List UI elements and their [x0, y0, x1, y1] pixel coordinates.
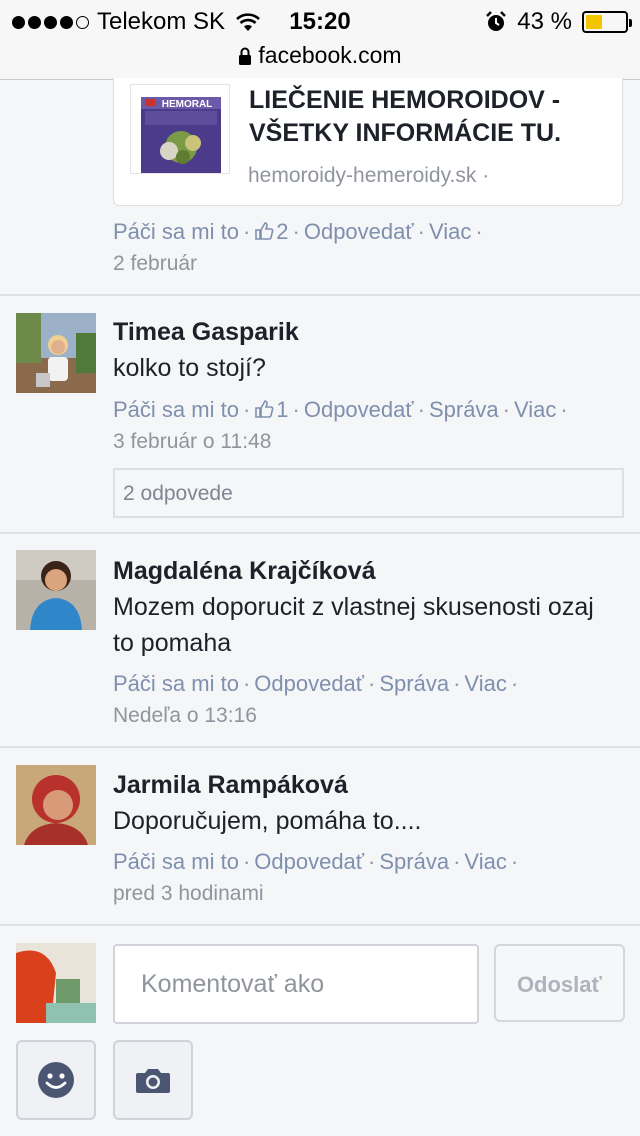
reply-link[interactable]: Odpovedať	[304, 219, 414, 244]
camera-icon	[136, 1069, 170, 1093]
comment-text: Doporučujem, pomáha to....	[113, 807, 422, 835]
comment-text: kolko to stojí?	[113, 354, 266, 382]
comment-date: Nedeľa o 13:16	[113, 704, 257, 727]
avatar[interactable]	[16, 765, 96, 845]
like-link[interactable]: Páči sa mi to	[113, 849, 239, 874]
smiley-icon	[38, 1062, 74, 1098]
product-brand-text: HEMORAL	[162, 99, 213, 110]
like-link[interactable]: Páči sa mi to	[113, 397, 239, 422]
more-link[interactable]: Viac	[429, 219, 471, 244]
like-link[interactable]: Páči sa mi to	[113, 671, 239, 696]
more-link[interactable]: Viac	[514, 397, 556, 422]
battery-icon	[582, 11, 632, 33]
divider	[0, 294, 640, 296]
alarm-icon	[486, 11, 507, 31]
like-link[interactable]: Páči sa mi to	[113, 219, 239, 244]
message-link[interactable]: Správa	[429, 397, 499, 422]
message-link[interactable]: Správa	[379, 671, 449, 696]
view-replies-button[interactable]: 2 odpovede	[113, 468, 624, 518]
avatar[interactable]	[16, 313, 96, 393]
comment-actions: Páči sa mi to · Odpovedať · Správa · Viac ·	[113, 849, 519, 874]
battery-percent: 43 %	[517, 8, 572, 35]
send-button[interactable]: Odoslať	[494, 944, 625, 1022]
current-user-avatar	[16, 943, 96, 1023]
reply-link[interactable]: Odpovedať	[254, 849, 364, 874]
comment-date: 3 február o 11:48	[113, 430, 272, 453]
emoji-button[interactable]	[16, 1040, 96, 1120]
thumbs-up-icon	[255, 400, 274, 418]
address-bar[interactable]: facebook.com	[0, 42, 640, 69]
reply-link[interactable]: Odpovedať	[304, 397, 414, 422]
comment-author[interactable]: Jarmila Rampáková	[113, 771, 348, 800]
product-image: HEMORAL	[130, 84, 230, 174]
like-count[interactable]: 1	[276, 397, 288, 422]
comment-actions: Páči sa mi to · Odpovedať · Správa · Viac ·	[113, 671, 519, 696]
battery-fill	[586, 15, 603, 29]
comment-input[interactable]: Komentovať ako	[113, 944, 479, 1024]
comment-date: 2 február	[113, 252, 198, 275]
comment-date: pred 3 hodinami	[113, 882, 264, 905]
link-title[interactable]: LIEČENIE HEMOROIDOV - VŠETKY INFORMÁCIE …	[249, 84, 614, 150]
lock-icon	[239, 47, 252, 65]
divider	[0, 746, 640, 748]
comment-author[interactable]: Magdaléna Krajčíková	[113, 557, 376, 586]
link-domain: hemoroidy-hemeroidy.sk ·	[248, 164, 490, 187]
camera-button[interactable]	[113, 1040, 193, 1120]
like-count[interactable]: 2	[276, 219, 288, 244]
message-link[interactable]: Správa	[379, 849, 449, 874]
more-link[interactable]: Viac	[464, 671, 506, 696]
comment-actions: Páči sa mi to · 2 · Odpovedať · Viac ·	[113, 219, 483, 244]
divider	[0, 532, 640, 534]
divider	[0, 924, 640, 926]
comment-text: Mozem doporucit z vlastnej skusenosti oz…	[113, 593, 594, 657]
reply-link[interactable]: Odpovedať	[254, 671, 364, 696]
more-link[interactable]: Viac	[464, 849, 506, 874]
comment-author[interactable]: Timea Gasparik	[113, 318, 299, 347]
avatar[interactable]	[16, 550, 96, 630]
status-right: 43 %	[485, 8, 632, 36]
comment-actions: Páči sa mi to · 1 · Odpovedať · Správa · Viac ·	[113, 397, 568, 422]
thumbs-up-icon	[255, 222, 274, 240]
url-text: facebook.com	[258, 42, 402, 68]
status-bar: Telekom SK 15:20 43 % facebook.com	[0, 0, 640, 80]
